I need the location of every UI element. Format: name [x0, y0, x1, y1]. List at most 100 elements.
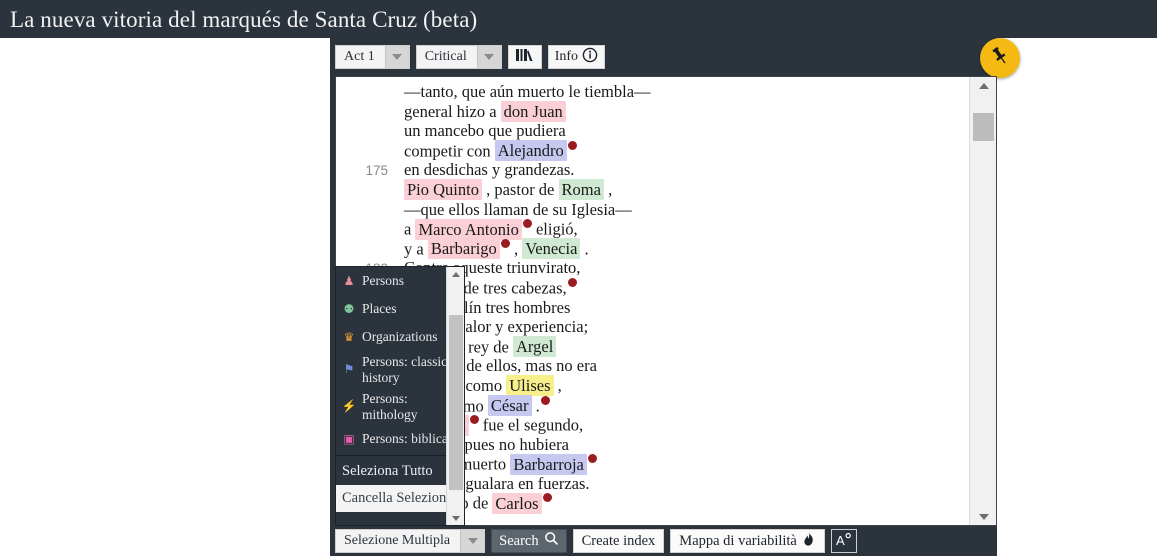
verse-line-text: en desdichas y grandezas.: [404, 160, 574, 180]
verse-text-run: , pastor de: [481, 179, 559, 199]
page-title: La nueva vitoria del marqués de Santa Cr…: [10, 6, 478, 32]
verse-text-run: rey de: [463, 337, 514, 357]
annotation-marker-icon[interactable]: [522, 219, 532, 229]
verse-text-run: en desdichas y grandezas.: [404, 160, 575, 180]
lightning-bolt-icon: ⚡: [341, 399, 357, 414]
bottom-toolbar: Selezione Multipla Search Create index M…: [330, 526, 997, 556]
select-all-button[interactable]: Seleziona Tutto: [336, 458, 464, 485]
verse-text-run: ,: [509, 239, 523, 259]
dropdown-scrollbar[interactable]: [446, 267, 464, 525]
app-window: Act 1 Critical Info —tanto, que aún muer…: [330, 38, 1020, 556]
application-root: La nueva vitoria del marqués de Santa Cr…: [0, 0, 1157, 556]
entity-person[interactable]: Carlos: [492, 492, 542, 514]
scrollbar-thumb[interactable]: [449, 315, 463, 490]
annotation-marker-icon[interactable]: [469, 415, 479, 425]
entity-person[interactable]: Pio Quinto: [404, 178, 482, 200]
dropdown-item-persons-mithology[interactable]: ⚡ Persons: mithology: [336, 388, 464, 425]
verse-line-text: a Marco Antonio eligió,: [404, 218, 578, 240]
verse-line-text: competir con Alejandro: [404, 140, 577, 162]
font-size-button[interactable]: A: [830, 529, 857, 553]
scroll-down-icon[interactable]: [970, 508, 996, 525]
verse-line-text: —tanto, que aún muerto le tiembla—: [404, 82, 651, 102]
info-button-label: Info: [554, 49, 579, 64]
entity-classic[interactable]: César: [487, 395, 532, 416]
entity-category-list: ♟ Persons ⚉ Places ♛ Organizations ⚑ Persons: c…: [336, 267, 464, 525]
dropdown-item-label: Persons: mithology: [362, 391, 418, 422]
entity-classic[interactable]: Barbarroja: [510, 453, 587, 475]
edition-select[interactable]: Critical: [415, 45, 502, 69]
book-icon: ▣: [343, 431, 355, 446]
map-pin-icon: ⚉: [343, 301, 355, 316]
verse-line: 175 en desdichas y grandezas.: [336, 160, 966, 180]
edition-select-value: Critical: [424, 49, 467, 64]
verse-text-run: y a: [404, 239, 428, 259]
svg-text:A: A: [836, 533, 845, 548]
dropdown-item-label: Persons: classic history: [362, 354, 448, 385]
dropdown-item-label: Persons: [362, 273, 405, 289]
dropdown-item-organizations[interactable]: ♛ Organizations: [336, 323, 464, 351]
scroll-down-icon[interactable]: [447, 511, 465, 525]
scroll-up-icon[interactable]: [447, 267, 465, 281]
verse-line: competir con Alejandro: [336, 140, 966, 162]
scroll-up-icon[interactable]: [970, 77, 996, 94]
text-scrollbar[interactable]: [969, 77, 996, 525]
flame-icon: [802, 531, 816, 552]
act-select[interactable]: Act 1: [335, 45, 410, 69]
clear-selection-button[interactable]: Cancella Selezione: [336, 485, 464, 513]
verse-text-run: .: [531, 396, 540, 415]
annotation-marker-icon[interactable]: [500, 238, 510, 248]
verse-text-run: eligió,: [531, 219, 578, 239]
entity-person[interactable]: Barbarigo: [427, 238, 500, 260]
verse-text-run: un mancebo que pudiera: [404, 121, 566, 141]
graduation-cap-icon: ⚑: [343, 362, 355, 377]
chevron-down-icon[interactable]: [460, 530, 485, 552]
verse-text-run: .: [580, 239, 589, 259]
dropdown-item-label: Persons: biblical: [362, 431, 452, 447]
chevron-down-icon[interactable]: [384, 46, 409, 68]
verse-line: un mancebo que pudiera: [336, 121, 966, 141]
entity-classic[interactable]: Alejandro: [494, 140, 567, 162]
create-index-label: Create index: [581, 532, 656, 549]
entity-person[interactable]: Marco Antonio: [415, 218, 522, 240]
dropdown-item-label: Organizations: [362, 329, 438, 345]
verse-line: general hizo a don Juan: [336, 100, 966, 122]
verse-text-run: fue el segundo,: [478, 415, 584, 435]
verse-line: a Marco Antonio eligió,: [336, 218, 966, 240]
library-button[interactable]: [507, 45, 542, 69]
entity-place[interactable]: Venecia: [522, 238, 581, 260]
verse-text-run: ,: [603, 179, 613, 199]
info-circle-icon: [582, 47, 598, 68]
person-icon: ♟: [343, 273, 355, 288]
annotation-marker-icon[interactable]: [587, 454, 597, 464]
pin-button[interactable]: [980, 38, 1020, 78]
verse-line-text: Pio Quinto , pastor de Roma ,: [404, 178, 613, 200]
dropdown-item-persons-biblical[interactable]: ▣ Persons: biblical: [336, 425, 464, 453]
verse-line-text: y a Barbarigo , Venecia .: [404, 238, 589, 260]
dropdown-item-places[interactable]: ⚉ Places: [336, 295, 464, 323]
info-button[interactable]: Info: [547, 45, 606, 69]
scrollbar-thumb[interactable]: [973, 113, 994, 141]
top-toolbar: Act 1 Critical Info: [330, 38, 1020, 78]
verse-text-run: general hizo a: [404, 101, 501, 121]
multi-select-dropdown[interactable]: Selezione Multipla: [335, 529, 486, 553]
verse-line: —tanto, que aún muerto le tiembla—: [336, 82, 966, 102]
entity-place[interactable]: Roma: [558, 178, 604, 200]
act-select-value: Act 1: [344, 49, 375, 64]
annotation-marker-icon[interactable]: [567, 140, 577, 150]
create-index-button[interactable]: Create index: [572, 529, 665, 553]
entity-person[interactable]: don Juan: [500, 100, 566, 122]
dropdown-item-persons-classic-history[interactable]: ⚑ Persons: classic history: [336, 351, 464, 388]
annotation-marker-icon[interactable]: [567, 277, 577, 287]
variability-map-button[interactable]: Mappa di variabilità: [670, 529, 825, 553]
search-icon: [544, 531, 559, 551]
annotation-marker-icon[interactable]: [540, 395, 550, 405]
entity-place[interactable]: Argel: [513, 336, 557, 358]
chevron-down-icon[interactable]: [476, 46, 501, 68]
entity-myth[interactable]: Ulises: [506, 374, 554, 396]
dropdown-item-persons[interactable]: ♟ Persons: [336, 267, 464, 295]
annotation-marker-icon[interactable]: [542, 493, 552, 503]
search-button[interactable]: Search: [491, 529, 567, 553]
verse-text-run: como: [461, 375, 507, 395]
verse-line-text: general hizo a don Juan: [404, 100, 566, 122]
entity-category-dropdown[interactable]: ♟ Persons ⚉ Places ♛ Organizations ⚑ Persons: c…: [335, 266, 465, 526]
